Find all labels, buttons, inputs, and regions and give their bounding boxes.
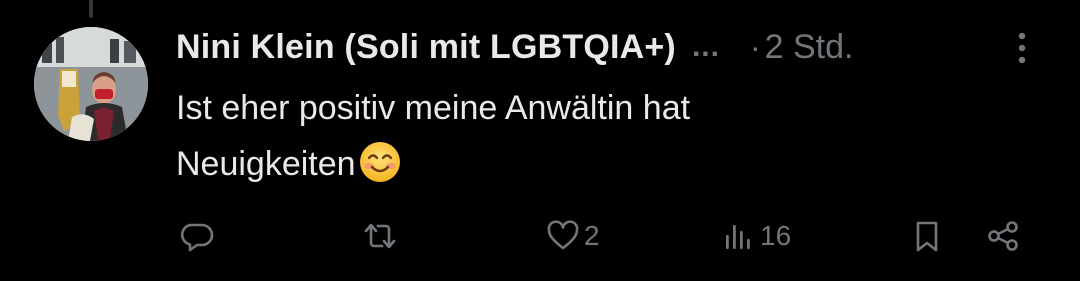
views-button[interactable]: 16 — [722, 214, 791, 258]
name-truncation-ellipsis: ... — [691, 30, 720, 63]
heart-icon — [547, 220, 579, 250]
tweet-header: Nini Klein (Soli mit LGBTQIA+) ... · 2 S… — [176, 22, 853, 72]
tweet-timestamp[interactable]: 2 Std. — [765, 28, 854, 67]
tweet-text-line-1: Ist eher positiv meine Anwältin hat — [176, 89, 691, 127]
like-count: 2 — [584, 220, 600, 251]
profile-photo-image — [34, 27, 148, 141]
views-count: 16 — [760, 220, 792, 251]
share-button[interactable] — [986, 214, 1020, 258]
retweet-button[interactable] — [360, 214, 400, 258]
bookmark-button[interactable] — [910, 214, 944, 258]
bookmark-icon — [916, 221, 938, 252]
tweet-text-line-2: Neuigkeiten — [176, 145, 356, 183]
like-button[interactable]: 2 — [546, 214, 600, 258]
timestamp-separator: · — [749, 28, 761, 65]
speech-bubble-icon — [180, 223, 214, 252]
retweet-icon — [364, 223, 396, 249]
avatar[interactable] — [34, 27, 148, 141]
thread-connector-line — [89, 0, 93, 18]
more-options-icon[interactable] — [1010, 28, 1034, 68]
smiling-face-emoji-icon — [358, 140, 402, 184]
share-icon — [988, 221, 1018, 251]
tweet-body-text: Ist eher positiv meine Anwältin hat Neui… — [176, 80, 996, 192]
bar-chart-icon — [726, 225, 750, 249]
author-display-name[interactable]: Nini Klein (Soli mit LGBTQIA+) — [176, 28, 676, 67]
reply-button[interactable] — [180, 214, 214, 258]
